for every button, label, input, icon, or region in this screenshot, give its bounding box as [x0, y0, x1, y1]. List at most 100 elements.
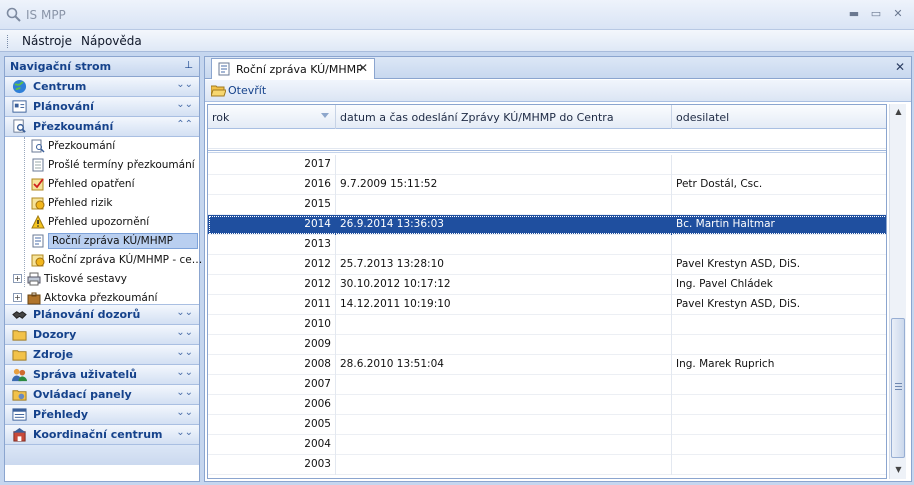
tab-close-icon[interactable]: ✕: [358, 61, 368, 75]
table-row[interactable]: 2003: [208, 455, 886, 475]
tab-rocni-zprava[interactable]: Roční zpráva KÚ/MHMP ✕: [211, 58, 375, 79]
table-row[interactable]: 2015: [208, 195, 886, 215]
table-row[interactable]: 2013: [208, 235, 886, 255]
navigation-header: Navigační strom ⊥: [5, 57, 199, 77]
tree-item-prehled-rizik[interactable]: Přehled rizik: [5, 194, 199, 213]
tree-item-prehled-opatreni[interactable]: Přehled opatření: [5, 175, 199, 194]
pin-icon[interactable]: ⊥: [184, 60, 193, 71]
menu-item-napoveda[interactable]: Nápověda: [81, 34, 142, 48]
column-header-datum[interactable]: datum a čas odeslání Zprávy KÚ/MHMP do C…: [336, 105, 672, 129]
navigation-panel: Navigační strom ⊥ Centrum ⌄⌄ Plánování ⌄…: [4, 56, 202, 482]
tree-item-prezkoumani[interactable]: Přezkoumání: [5, 137, 199, 156]
grid-header: rok datum a čas odeslání Zprávy KÚ/MHMP …: [208, 105, 886, 129]
cell-odesilatel: [672, 415, 886, 435]
column-header-label: odesilatel: [676, 111, 730, 124]
scroll-down-arrow-icon[interactable]: ▼: [890, 462, 907, 478]
cell-rok: 2010: [208, 315, 336, 335]
cell-datum: [336, 195, 672, 215]
cell-datum: [336, 335, 672, 355]
cell-odesilatel: [672, 155, 886, 175]
document-close-icon[interactable]: ✕: [895, 60, 905, 74]
nav-group-sprava-uzivatelu[interactable]: Správa uživatelů ⌄⌄: [5, 365, 199, 385]
building-icon: [12, 427, 27, 442]
review-icon: [13, 119, 26, 133]
tree-item-rocni-zprava[interactable]: Roční zpráva KÚ/MHMP: [5, 232, 199, 251]
table-row-selected[interactable]: 2014 26.9.2014 13:36:03 Bc. Martin Haltmar: [208, 215, 886, 235]
expand-toggle[interactable]: +: [13, 274, 22, 283]
nav-group-prehledy[interactable]: Přehledy ⌄⌄: [5, 405, 199, 425]
table-row[interactable]: 2016 9.7.2009 15:11:52 Petr Dostál, Csc.: [208, 175, 886, 195]
cell-rok: 2012: [208, 255, 336, 275]
chevron-down-icon: ⌄⌄: [176, 307, 193, 318]
chevron-down-icon: ⌄⌄: [176, 367, 193, 378]
vertical-scrollbar[interactable]: ▲ ▼: [889, 104, 906, 479]
table-row[interactable]: 2009: [208, 335, 886, 355]
nav-group-zdroje[interactable]: Zdroje ⌄⌄: [5, 345, 199, 365]
scroll-thumb[interactable]: [891, 318, 905, 458]
checklist-icon: [31, 178, 44, 191]
tree-item-tiskove-sestavy[interactable]: + Tiskové sestavy: [5, 270, 199, 289]
nav-group-label: Koordinační centrum: [33, 428, 163, 441]
menu-item-nastroje[interactable]: Nástroje: [22, 34, 72, 48]
table-row[interactable]: 2011 14.12.2011 10:19:10 Pavel Krestyn ASD…: [208, 295, 886, 315]
expand-toggle[interactable]: +: [13, 293, 22, 302]
search-icon: [6, 7, 21, 22]
cell-odesilatel: Bc. Martin Haltmar: [672, 215, 886, 235]
table-row[interactable]: 2005: [208, 415, 886, 435]
nav-group-planovani-dozoru[interactable]: Plánování dozorů ⌄⌄: [5, 305, 199, 325]
cell-datum: [336, 155, 672, 175]
tree-item-prosle-terminy[interactable]: Prošlé termíny přezkoumání: [5, 156, 199, 175]
minimize-button[interactable]: ▬: [846, 7, 862, 21]
nav-group-dozory[interactable]: Dozory ⌄⌄: [5, 325, 199, 345]
tree-item-prehled-upozorneni[interactable]: Přehled upozornění: [5, 213, 199, 232]
table-row[interactable]: 2012 25.7.2013 13:28:10 Pavel Krestyn ASD,…: [208, 255, 886, 275]
nav-group-prezkoumani[interactable]: Přezkoumání ⌃⌃: [5, 117, 199, 137]
cell-datum: [336, 435, 672, 455]
cell-rok: 2011: [208, 295, 336, 315]
globe-icon: [12, 79, 27, 94]
cell-rok: 2004: [208, 435, 336, 455]
tree-item-label: Přehled opatření: [48, 178, 135, 190]
cell-rok: 2006: [208, 395, 336, 415]
table-row[interactable]: 2006: [208, 395, 886, 415]
nav-footer: [5, 445, 199, 465]
open-button[interactable]: Otevřít: [208, 82, 270, 100]
cell-datum: [336, 315, 672, 335]
planning-icon: [12, 100, 27, 113]
control-panel-icon: [12, 390, 27, 401]
overview-icon: [12, 408, 27, 421]
close-button[interactable]: ✕: [890, 7, 906, 21]
cell-rok: 2005: [208, 415, 336, 435]
column-header-odesilatel[interactable]: odesilatel: [672, 105, 886, 129]
report-icon: [218, 62, 230, 76]
nav-group-koordinacni-centrum[interactable]: Koordinační centrum ⌄⌄: [5, 425, 199, 445]
scroll-up-arrow-icon[interactable]: ▲: [890, 104, 907, 120]
tree-item-rocni-zprava-ce[interactable]: Roční zpráva KÚ/MHMP - ce…: [5, 251, 202, 270]
users-icon: [12, 368, 27, 382]
nav-group-planovani[interactable]: Plánování ⌄⌄: [5, 97, 199, 117]
cell-odesilatel: [672, 395, 886, 415]
table-row[interactable]: 2007: [208, 375, 886, 395]
cell-rok: 2007: [208, 375, 336, 395]
table-row[interactable]: 2008 28.6.2010 13:51:04 Ing. Marek Ruprich: [208, 355, 886, 375]
window-title: IS MPP: [26, 8, 66, 22]
nav-group-ovladaci-panely[interactable]: Ovládací panely ⌄⌄: [5, 385, 199, 405]
nav-group-centrum[interactable]: Centrum ⌄⌄: [5, 77, 199, 97]
nav-group-label: Plánování dozorů: [33, 308, 141, 321]
filter-row[interactable]: [208, 129, 886, 149]
cell-rok: 2009: [208, 335, 336, 355]
cell-datum: 26.9.2014 13:36:03: [336, 215, 672, 235]
column-header-rok[interactable]: rok: [208, 105, 336, 129]
open-button-label: Otevřít: [228, 84, 267, 97]
table-row[interactable]: 2004: [208, 435, 886, 455]
chevron-down-icon: ⌄⌄: [176, 407, 193, 418]
table-row[interactable]: 2010: [208, 315, 886, 335]
navigation-tree: Přezkoumání Prošlé termíny přezkoumání P…: [5, 137, 202, 305]
chevron-down-icon: ⌄⌄: [176, 327, 193, 338]
cell-datum: 28.6.2010 13:51:04: [336, 355, 672, 375]
table-row[interactable]: 2012 30.10.2012 10:17:12 Ing. Pavel Chláde…: [208, 275, 886, 295]
cell-odesilatel: [672, 235, 886, 255]
table-row[interactable]: 2017: [208, 155, 886, 175]
cell-datum: 9.7.2009 15:11:52: [336, 175, 672, 195]
maximize-button[interactable]: ▭: [868, 7, 884, 21]
